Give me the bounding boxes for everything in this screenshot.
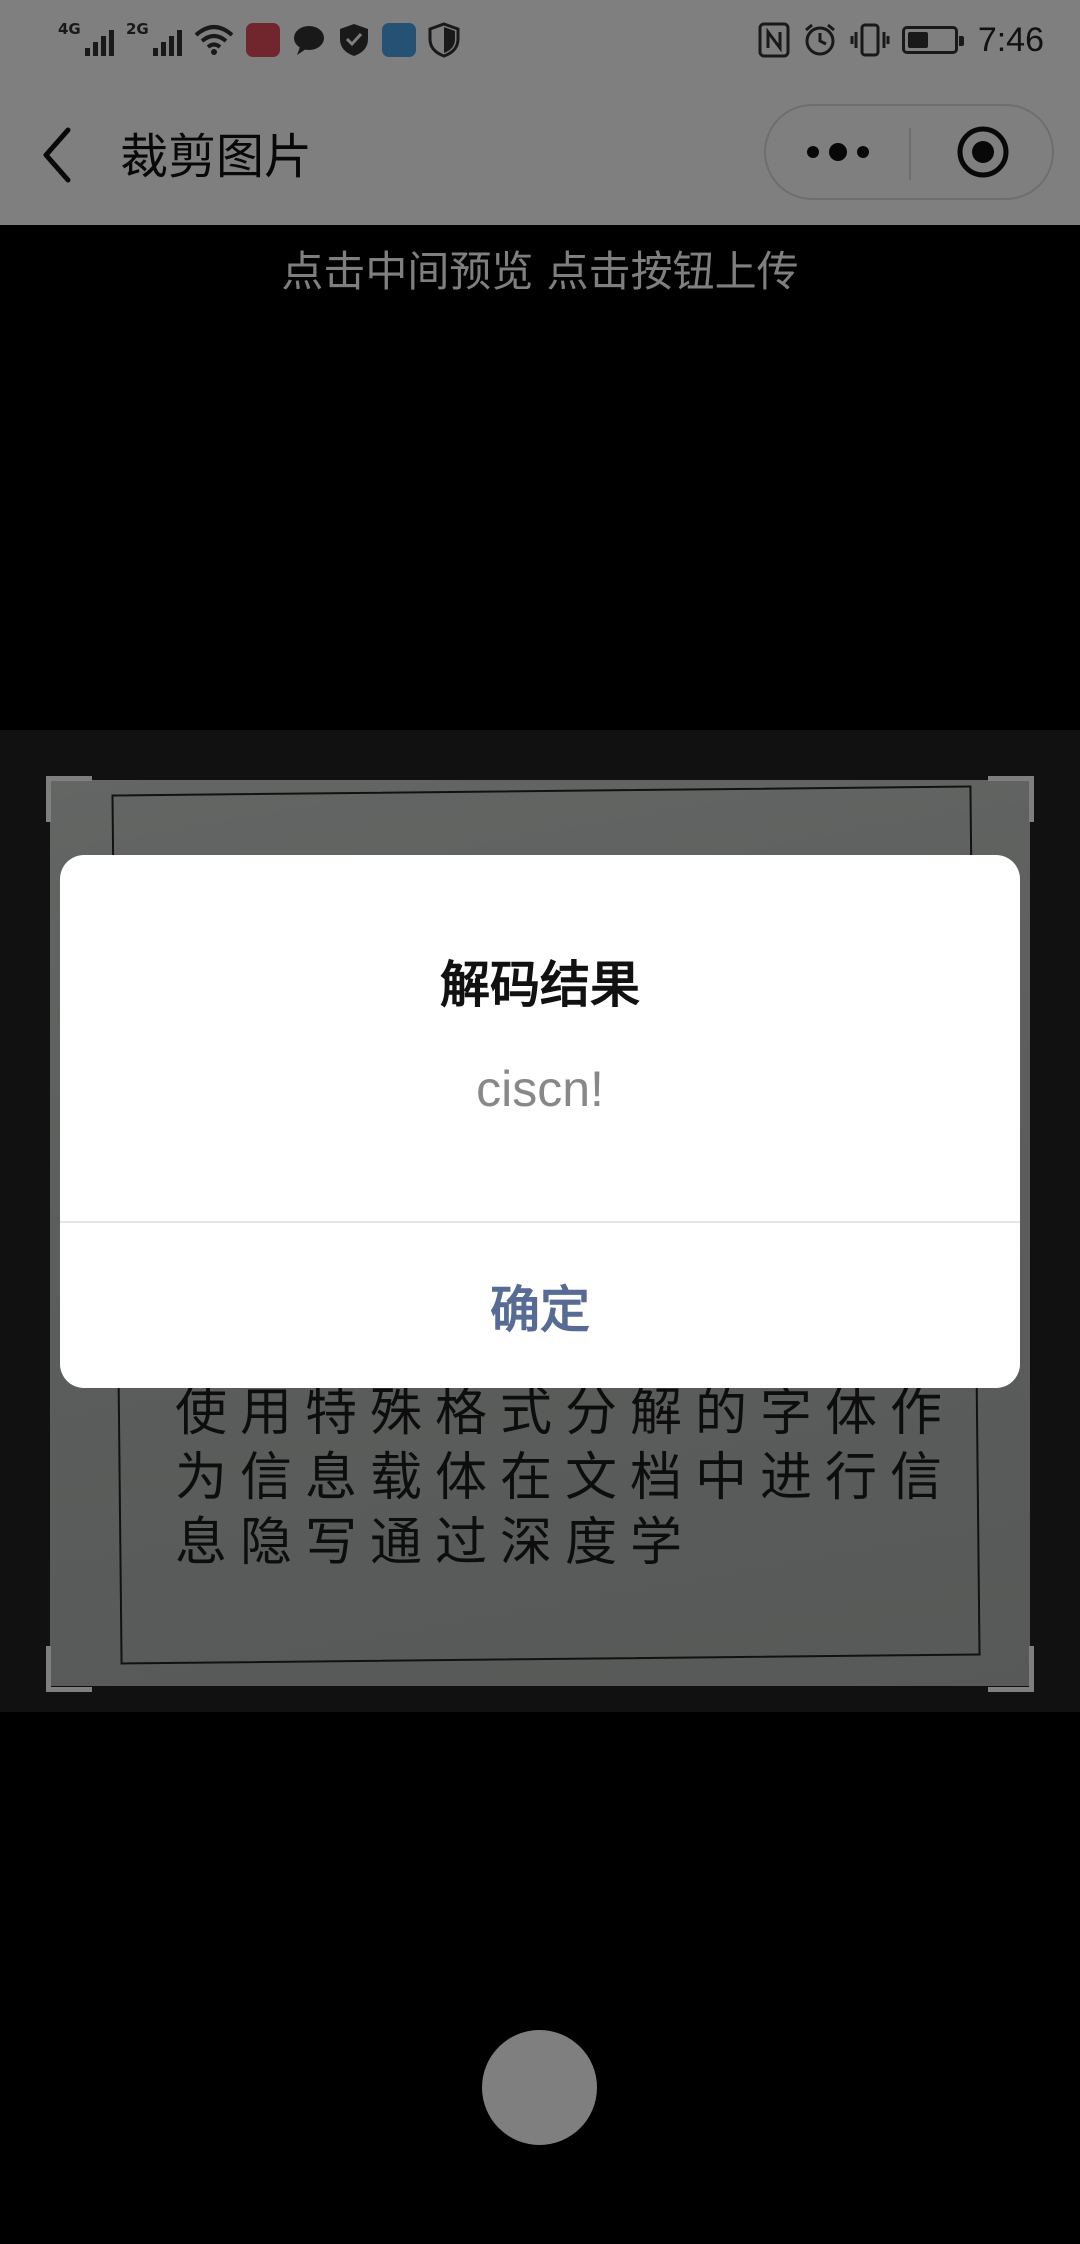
dialog-title: 解码结果 <box>440 956 640 1014</box>
dialog-content: ciscn! <box>476 1061 604 1117</box>
confirm-button[interactable]: 确定 <box>60 1223 1020 1388</box>
decode-result-dialog: 解码结果 ciscn! 确定 <box>60 855 1020 1388</box>
